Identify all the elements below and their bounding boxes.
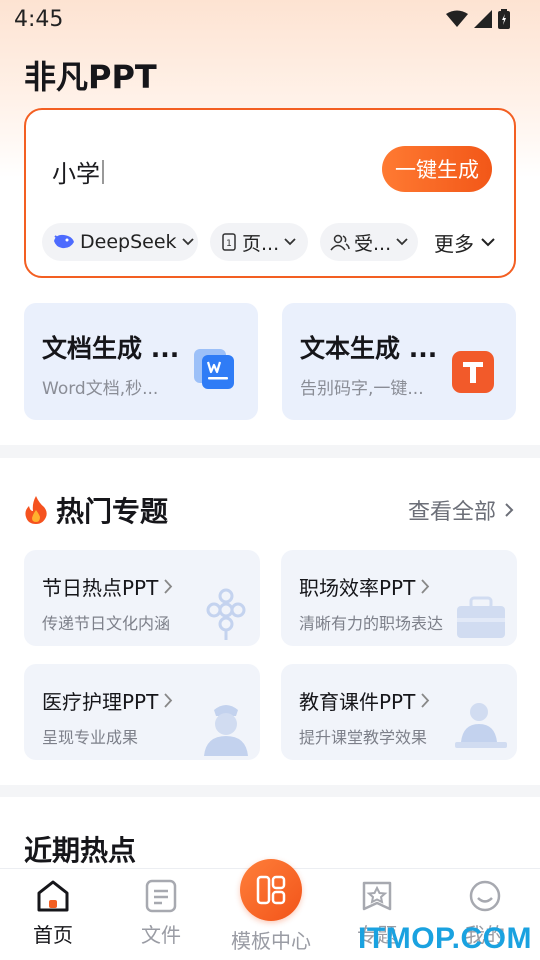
fire-icon [25,496,47,524]
wifi-icon [446,10,468,27]
file-icon [145,879,177,913]
nurse-icon [204,705,248,756]
chevron-down-icon [396,238,408,246]
battery-icon [498,9,510,29]
chevron-down-icon [481,238,495,247]
topic-subtitle: 清晰有力的职场表达 [299,614,444,633]
view-all-label: 查看全部 [407,500,496,525]
home-icon [37,880,69,912]
generate-button[interactable]: 一键生成 [382,146,492,192]
topic-title: 节日热点PPT [42,572,173,601]
topic-subtitle: 呈现专业成果 [42,728,139,747]
topic-card-education[interactable]: 教育课件PPT 提升课堂教学效果 [281,664,517,760]
svg-text:1: 1 [226,239,232,249]
app-title: 非凡PPT [24,58,157,96]
template-center-button[interactable] [240,859,302,921]
tab-files[interactable]: 文件 [116,879,206,948]
feature-title: 文档生成 ... [42,334,180,363]
status-icons [446,9,510,29]
word-doc-icon [194,349,234,389]
tab-home[interactable]: 首页 [8,879,98,948]
section-title: 热门专题 [56,495,169,528]
signal-icon [474,10,492,28]
topic-title: 职场效率PPT [299,572,430,601]
deepseek-whale-icon [54,234,74,249]
topic-subtitle: 传递节日文化内涵 [42,614,171,633]
topic-title-text: 教育课件PPT [299,690,416,714]
briefcase-icon [457,596,505,638]
model-chip[interactable]: DeepSeek [42,223,198,261]
page-count-chip[interactable]: 1 页... [210,223,308,261]
topic-title: 医疗护理PPT [42,686,173,715]
tab-template-center[interactable]: 模板中心 [226,859,316,954]
hot-topics-header: 热门专题 [24,490,168,530]
tab-label: 首页 [33,923,73,947]
hot-topics-section: 热门专题 查看全部 节日热点PPT 传递节日文化内涵 职场效率PPT 清晰有力的… [0,458,540,785]
topic-title-text: 医疗护理PPT [42,690,159,714]
view-all-link[interactable]: 查看全部 [408,494,514,526]
profile-smile-icon [469,880,501,912]
prompt-card: 小学 一键生成 DeepSeek 1 页... 受... 更多 [24,108,516,278]
topic-card-medical[interactable]: 医疗护理PPT 呈现专业成果 [24,664,260,760]
chevron-right-icon [164,579,173,594]
topic-subtitle: 提升课堂教学效果 [299,728,428,747]
chevron-right-icon [505,503,514,517]
section-title: 近期热点 [24,834,137,867]
feature-subtitle: Word文档,秒... [42,379,159,399]
text-t-icon [452,351,494,393]
status-bar: 4:45 [0,0,540,38]
chevron-right-icon [421,693,430,708]
page-count-icon: 1 [222,233,236,251]
topic-title: 教育课件PPT [299,686,430,715]
audience-chip[interactable]: 受... [320,223,418,261]
chinese-knot-icon [206,588,246,640]
template-icon [256,875,286,905]
chevron-down-icon [181,238,194,246]
chevron-down-icon [284,238,296,246]
model-chip-label: DeepSeek [80,231,177,253]
watermark-text: ITMOP.COM [358,922,532,955]
text-caret [102,159,104,184]
topic-card-festival[interactable]: 节日热点PPT 传递节日文化内涵 [24,550,260,646]
topic-star-icon [362,881,392,911]
text-generate-card[interactable]: 文本生成 ... 告别码字,一键... [282,303,516,420]
teacher-icon [455,703,507,748]
topic-title-text: 节日热点PPT [42,576,159,600]
feature-title: 文本生成 ... [300,334,438,363]
chevron-right-icon [421,579,430,594]
page-count-chip-label: 页... [242,232,280,255]
topic-title-text: 职场效率PPT [299,576,416,600]
audience-icon [330,234,350,251]
prompt-input-value: 小学 [52,160,100,188]
tab-label: 模板中心 [231,929,311,953]
topic-card-workplace[interactable]: 职场效率PPT 清晰有力的职场表达 [281,550,517,646]
more-options-button[interactable]: 更多 [434,223,496,261]
audience-chip-label: 受... [354,232,392,255]
chevron-right-icon [164,693,173,708]
feature-subtitle: 告别码字,一键... [300,379,424,399]
more-options-label: 更多 [434,231,474,256]
document-generate-card[interactable]: 文档生成 ... Word文档,秒... [24,303,258,420]
prompt-input[interactable]: 小学 [52,154,104,189]
tab-label: 文件 [141,923,181,947]
status-time: 4:45 [14,6,64,32]
